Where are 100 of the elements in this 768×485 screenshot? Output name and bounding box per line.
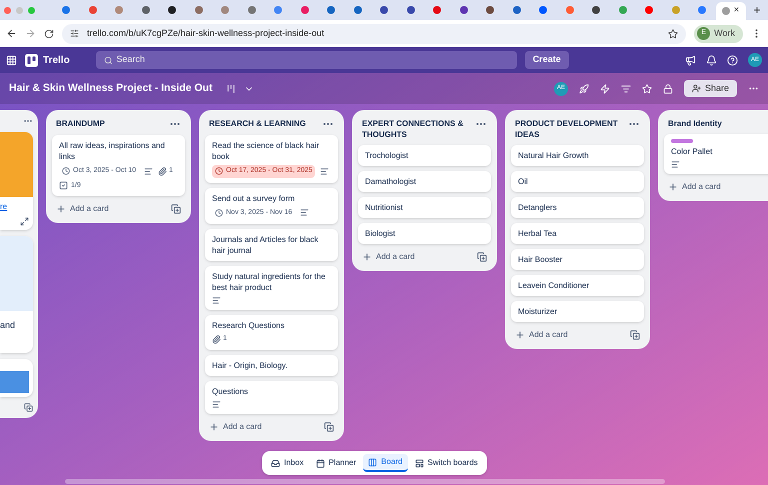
app-name: Trello — [43, 54, 70, 68]
card-title: Nutritionist — [365, 202, 404, 213]
add-card-button[interactable]: Add a card — [56, 203, 109, 215]
card-title: Read the science of black hair book — [212, 140, 320, 162]
board-view-icon[interactable] — [226, 84, 236, 94]
reload-icon[interactable] — [44, 28, 54, 38]
add-card-button[interactable]: Add a card — [209, 420, 262, 432]
trello-logo-icon — [25, 54, 38, 66]
card[interactable]: Trochologist — [358, 145, 491, 166]
card[interactable]: Journals and Articles for black hair journal — [205, 229, 338, 261]
card-title: Send out a survey form — [212, 192, 296, 204]
paperclip-icon — [212, 334, 221, 344]
plus-icon — [668, 182, 678, 192]
nav-tab[interactable]: Board — [363, 454, 408, 472]
search-input[interactable]: Search — [116, 53, 509, 67]
checklist-icon — [59, 181, 68, 190]
list-title: BRAINDUMP — [56, 118, 105, 129]
card-title: Moisturizer — [518, 306, 558, 317]
card-title: Natural Hair Growth — [518, 150, 590, 161]
card-title: Research Questions — [212, 320, 286, 331]
card-title: Study natural ingredients for the best hair product — [212, 271, 326, 293]
filter-icon[interactable] — [620, 84, 631, 94]
megaphone-icon[interactable] — [685, 54, 696, 66]
card[interactable]: Detanglers — [511, 197, 644, 218]
card[interactable]: Color Pallet — [664, 134, 768, 174]
card-title: Journals and Articles for black hair journal — [212, 234, 320, 256]
clock-icon — [62, 167, 70, 176]
address-bar[interactable]: trello.com/b/uK7cgPZe/hair-skin-wellness-project-inside-out — [62, 24, 686, 44]
share-button[interactable]: Share — [684, 80, 737, 97]
card[interactable] — [0, 358, 33, 396]
card[interactable]: Study natural ingredients for the best hair product — [205, 266, 338, 310]
new-tab-button[interactable]: + — [754, 1, 761, 19]
paperclip-icon — [158, 166, 168, 176]
description-icon — [671, 160, 680, 169]
card[interactable]: Herbal Tea — [511, 223, 644, 244]
bookmark-star-icon[interactable] — [668, 28, 678, 38]
card[interactable]: Leavein Conditioner — [511, 275, 644, 296]
back-icon[interactable] — [6, 28, 17, 39]
app-switcher-icon[interactable] — [6, 54, 17, 66]
template-icon[interactable] — [24, 402, 33, 412]
list-title: RESEARCH & LEARNING — [209, 118, 306, 129]
card-title: All raw ideas, inspirations and links — [59, 140, 166, 162]
expand-icon[interactable] — [20, 217, 29, 226]
description-icon — [212, 400, 221, 408]
inbox-icon — [271, 458, 280, 468]
card[interactable]: Questions — [205, 380, 338, 414]
card[interactable]: Moisturizer — [511, 301, 644, 322]
nav-tab[interactable]: Inbox — [266, 454, 309, 472]
description-icon — [144, 166, 154, 176]
plus-icon — [515, 330, 525, 340]
card-title: Oil — [518, 176, 529, 187]
card-title: Color Pallet — [671, 146, 714, 157]
card[interactable]: and — [0, 236, 33, 352]
card-title: Questions — [212, 386, 250, 396]
automation-icon[interactable] — [600, 84, 610, 94]
power-ups-icon[interactable] — [578, 84, 589, 94]
card-title: Detanglers — [518, 202, 558, 213]
nav-tab[interactable]: Planner — [310, 454, 362, 472]
template-icon[interactable] — [171, 204, 181, 214]
card[interactable]: Hair - Origin, Biology. — [205, 354, 338, 376]
image-placeholder — [0, 370, 29, 392]
search-field[interactable]: Search — [96, 51, 517, 69]
card-title: and — [0, 319, 16, 332]
card-title: Trochologist — [365, 150, 410, 161]
horizontal-scrollbar[interactable] — [65, 479, 665, 484]
add-person-icon — [692, 84, 701, 93]
add-card-button[interactable]: Add a card — [515, 329, 568, 341]
description-icon — [300, 208, 310, 218]
add-card-button[interactable]: Add a card — [668, 181, 721, 193]
card[interactable]: Biologist — [358, 223, 491, 244]
template-icon[interactable] — [477, 252, 487, 262]
list-title: PRODUCT DEVELOPMENT IDEAS — [515, 118, 619, 140]
link-text[interactable]: re — [0, 201, 33, 213]
card[interactable]: Nutritionist — [358, 197, 491, 218]
lock-icon[interactable] — [662, 84, 673, 94]
card[interactable]: Hair Booster — [511, 249, 644, 270]
card-title: Hair Booster — [518, 254, 564, 265]
notifications-icon[interactable] — [706, 54, 717, 66]
card[interactable]: re — [0, 132, 33, 230]
template-icon[interactable] — [324, 422, 334, 432]
nav-tab[interactable]: Switch boards — [410, 454, 483, 472]
list-title: EXPERT CONNECTIONS & THOUGHTS — [362, 118, 464, 140]
card-title: Damathologist — [365, 176, 418, 187]
card[interactable]: Damathologist — [358, 171, 491, 192]
card-title: Leavein Conditioner — [518, 280, 590, 291]
add-card-button[interactable]: Add a card — [362, 251, 415, 263]
card-title: Hair - Origin, Biology. — [212, 360, 288, 370]
image-placeholder — [0, 132, 33, 197]
help-icon[interactable] — [727, 54, 738, 66]
template-icon[interactable] — [630, 330, 640, 340]
create-button[interactable]: Create — [524, 51, 569, 69]
search-icon — [104, 56, 112, 64]
board-title[interactable]: Hair & Skin Wellness Project - Inside Out — [9, 80, 212, 96]
description-icon — [212, 296, 221, 305]
card[interactable]: Natural Hair Growth — [511, 145, 644, 166]
card[interactable]: Oil — [511, 171, 644, 192]
card-title: Herbal Tea — [518, 228, 558, 239]
site-settings-icon[interactable] — [70, 29, 79, 38]
star-icon[interactable] — [642, 84, 652, 94]
planner-icon — [316, 458, 325, 468]
